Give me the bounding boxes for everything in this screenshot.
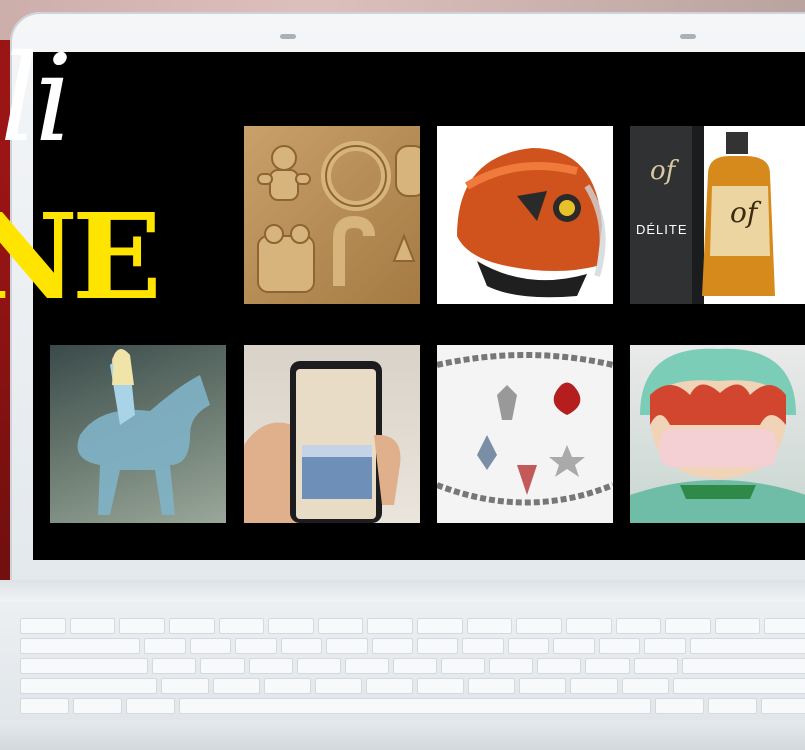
laptop-hinge xyxy=(0,580,805,602)
helmet-icon xyxy=(457,148,606,298)
hinge-bump-left xyxy=(280,34,296,39)
box-brand-text: of xyxy=(650,156,676,186)
bottle-icon xyxy=(630,126,775,304)
tile-liquor-bottle: of DÉLITE of xyxy=(630,126,805,304)
horse-icon xyxy=(77,349,210,515)
tile-charm-bracelet xyxy=(437,345,613,523)
doll-icon xyxy=(630,348,805,523)
tile-smartphone xyxy=(244,345,420,523)
hinge-bump-right xyxy=(680,34,696,39)
laptop-base xyxy=(0,580,805,750)
gingerbread-mold-icon xyxy=(257,141,420,293)
headline-script-text: li xyxy=(0,30,73,169)
palm-rest xyxy=(0,720,805,750)
bottle-brand-text: of xyxy=(730,196,758,229)
tile-toy-horse xyxy=(50,345,226,523)
tile-motorcycle-helmet xyxy=(437,126,613,304)
tile-rag-doll xyxy=(630,345,805,523)
phone-icon xyxy=(244,361,401,523)
bracelet-icon xyxy=(437,352,613,506)
box-label-text: DÉLITE xyxy=(636,222,688,237)
tile-chocolate-mold xyxy=(244,126,420,304)
headline-block-text: NE xyxy=(0,187,162,326)
keyboard xyxy=(20,618,805,714)
